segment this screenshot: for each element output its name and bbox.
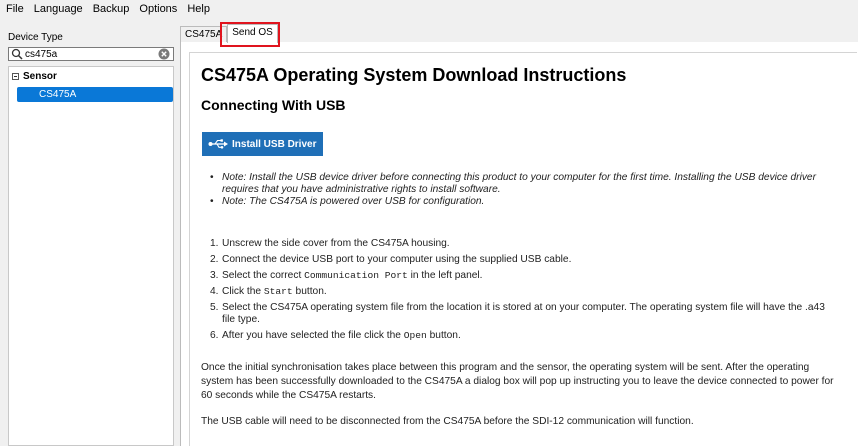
step-number: 3. (210, 270, 219, 281)
step-number: 4. (210, 286, 219, 297)
install-usb-driver-button[interactable]: Install USB Driver (202, 132, 323, 156)
steps-list: 1. Unscrew the side cover from the CS475… (210, 238, 830, 346)
step-item: 6. After you have selected the file clic… (210, 330, 830, 346)
menu-backup[interactable]: Backup (88, 0, 135, 18)
code-open: Open (403, 330, 427, 341)
menu-language[interactable]: Language (29, 0, 88, 18)
doc-subtitle: Connecting With USB (201, 97, 346, 113)
step-text: in the left panel. (407, 270, 483, 281)
step-text: button. (292, 286, 327, 297)
tab-cs475a[interactable]: CS475A (180, 26, 228, 42)
device-type-label: Device Type (8, 32, 63, 43)
note-item: Note: The CS475A is powered over USB for… (210, 196, 830, 208)
step-number: 6. (210, 330, 219, 341)
step-item: 5. Select the CS475A operating system fi… (210, 302, 830, 330)
device-type-panel: Device Type Sensor CS475A (6, 30, 176, 446)
tree-item-cs475a[interactable]: CS475A (17, 87, 173, 102)
notes-list: Note: Install the USB device driver befo… (210, 172, 830, 208)
clear-icon[interactable] (158, 48, 170, 60)
tree-group-label: Sensor (23, 71, 57, 82)
step-item: 1. Unscrew the side cover from the CS475… (210, 238, 830, 254)
menu-options[interactable]: Options (134, 0, 182, 18)
step-item: 3. Select the correct Communication Port… (210, 270, 830, 286)
step-item: 4. Click the Start button. (210, 286, 830, 302)
instructions-document: CS475A Operating System Download Instruc… (189, 52, 857, 446)
step-text: Connect the device USB port to your comp… (222, 254, 572, 265)
tab-bar: CS475A Send OS (180, 24, 278, 43)
tree-group-sensor[interactable]: Sensor (12, 71, 57, 82)
step-number: 5. (210, 302, 219, 313)
step-text: After you have selected the file click t… (222, 330, 404, 341)
step-text: Unscrew the side cover from the CS475A h… (222, 238, 450, 249)
code-start: Start (263, 286, 293, 297)
step-number: 1. (210, 238, 219, 249)
step-text: Click the (222, 286, 264, 297)
menu-file[interactable]: File (0, 0, 29, 18)
tab-send-os[interactable]: Send OS (227, 24, 278, 43)
content-frame: CS475A Operating System Download Instruc… (180, 42, 858, 446)
menu-bar: File Language Backup Options Help (0, 0, 858, 18)
step-text: button. (426, 330, 461, 341)
collapse-icon[interactable] (12, 73, 19, 80)
step-number: 2. (210, 254, 219, 265)
note-item: Note: Install the USB device driver befo… (210, 172, 830, 196)
install-usb-driver-label: Install USB Driver (232, 138, 317, 150)
step-item: 2. Connect the device USB port to your c… (210, 254, 830, 270)
step-text: Select the correct (222, 270, 305, 281)
usb-icon (208, 139, 228, 149)
sync-paragraph: Once the initial synchronisation takes p… (201, 362, 834, 401)
device-search-input[interactable] (23, 48, 155, 60)
code-communication-port: Communication Port (304, 270, 408, 281)
step-text: Select the CS475A operating system file … (222, 302, 825, 325)
device-tree: Sensor CS475A (8, 66, 174, 446)
doc-title: CS475A Operating System Download Instruc… (201, 65, 627, 85)
disconnect-paragraph: The USB cable will need to be disconnect… (201, 416, 694, 427)
device-search-box (8, 47, 174, 61)
search-icon (11, 48, 23, 60)
menu-help[interactable]: Help (182, 0, 215, 18)
